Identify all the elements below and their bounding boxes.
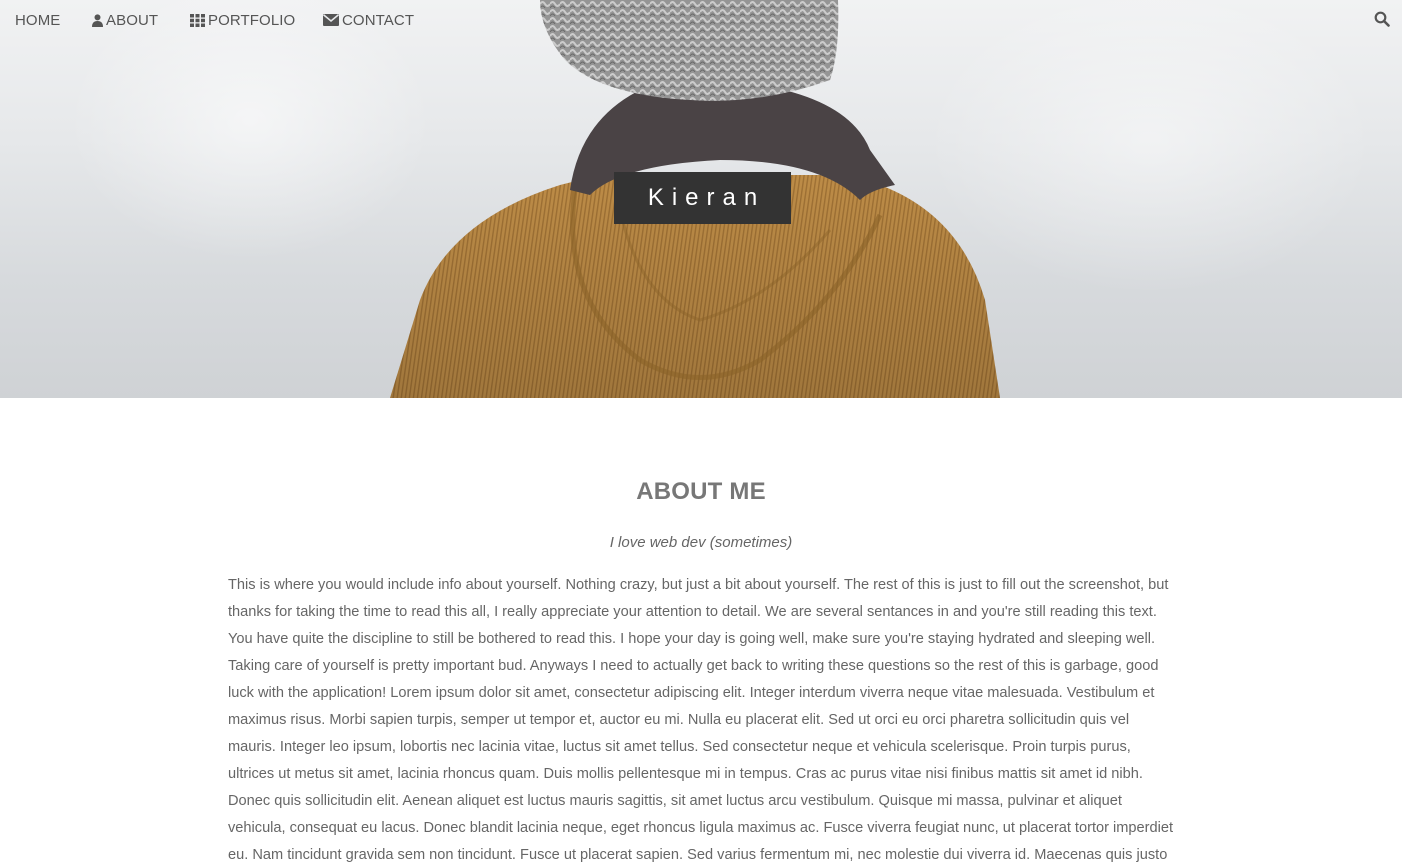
- about-subtitle: I love web dev (sometimes): [609, 534, 793, 551]
- nav-portfolio-link[interactable]: PORTFOLIO: [190, 10, 295, 30]
- nav-about-link[interactable]: ABOUT: [92, 10, 158, 30]
- nav-portfolio-label: PORTFOLIO: [208, 11, 296, 29]
- search-icon: [1374, 11, 1390, 27]
- nav-contact-label: CONTACT: [342, 11, 415, 29]
- grid-icon: [190, 13, 205, 27]
- nav-home-link[interactable]: HOME: [15, 10, 60, 30]
- site-title-badge: Kieran: [614, 172, 791, 224]
- top-navigation: HOME ABOUT PORTFOLIO CONTACT: [0, 0, 1402, 40]
- nav-contact-link[interactable]: CONTACT: [323, 10, 414, 30]
- about-heading: ABOUT ME: [636, 478, 766, 505]
- search-button[interactable]: [1374, 11, 1392, 29]
- user-icon: [92, 13, 103, 27]
- about-body-text: This is where you would include info abo…: [228, 577, 1174, 863]
- envelope-icon: [323, 14, 339, 26]
- site-title: Kieran: [647, 184, 766, 211]
- nav-about-label: ABOUT: [106, 11, 159, 29]
- nav-home-label: HOME: [15, 11, 61, 29]
